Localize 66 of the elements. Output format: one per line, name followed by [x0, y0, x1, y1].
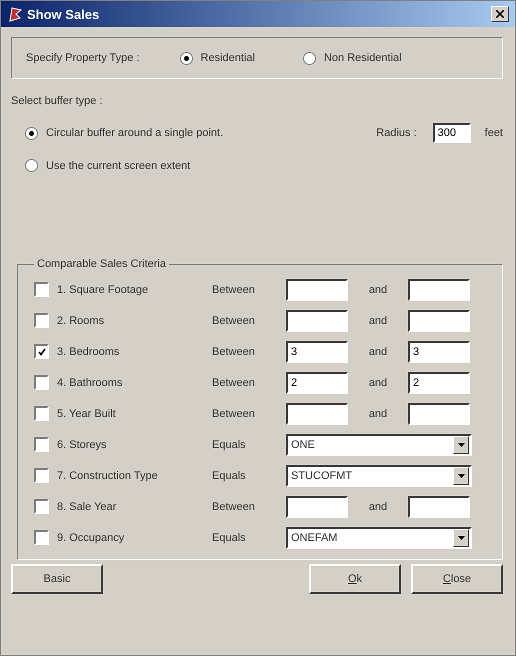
from-field[interactable]	[286, 402, 348, 424]
and-label: and	[368, 408, 388, 420]
criteria-checkbox[interactable]	[34, 499, 49, 514]
criteria-label: 4. Bathrooms	[57, 376, 122, 388]
buffer-type-radio[interactable]: Circular buffer around a single point.	[25, 126, 224, 140]
and-label: and	[368, 314, 388, 326]
criteria-checkbox[interactable]	[34, 530, 49, 545]
criteria-checkbox[interactable]	[34, 437, 49, 452]
from-field[interactable]	[286, 496, 348, 518]
criteria-label: 2. Rooms	[57, 314, 104, 326]
criteria-label: 1. Square Footage	[57, 284, 148, 296]
close-icon[interactable]	[496, 10, 504, 18]
window-title: Show Sales	[27, 6, 100, 22]
dialog-button[interactable]: Basic	[11, 564, 103, 594]
criteria-label: 9. Occupancy	[57, 532, 124, 544]
to-field[interactable]	[408, 278, 470, 300]
to-field[interactable]	[408, 402, 470, 424]
buffer-type-radio[interactable]: Use the current screen extent	[25, 159, 190, 172]
buffer-type-label: Select buffer type :	[11, 95, 104, 107]
radius-unit: feet	[484, 127, 503, 139]
from-field[interactable]	[286, 278, 348, 300]
radius-label: Radius :	[376, 127, 417, 139]
to-field[interactable]	[408, 496, 470, 518]
radius-field[interactable]: 300	[432, 123, 471, 143]
criteria-checkbox[interactable]	[34, 344, 49, 359]
criteria-label: 7. Construction Type	[57, 470, 158, 482]
property-type-radio[interactable]: Residential	[180, 52, 255, 64]
and-label: and	[368, 500, 388, 512]
operator-label: Equals	[212, 438, 247, 450]
operator-label: Between	[212, 284, 256, 296]
criteria-checkbox[interactable]	[34, 468, 49, 483]
property-type-radio[interactable]: Non Residential	[302, 52, 402, 64]
close-button[interactable]	[491, 6, 509, 22]
checkmark-icon	[38, 348, 46, 356]
app-icon	[7, 6, 23, 22]
criteria-group-title: Comparable Sales Criteria	[36, 258, 167, 270]
operator-label: Equals	[212, 470, 247, 482]
criteria-label: 3. Bedrooms	[57, 346, 120, 358]
operator-label: Between	[212, 376, 256, 388]
value-dropdown[interactable]: ONEFAM	[286, 526, 472, 548]
to-field[interactable]: 3	[408, 340, 470, 362]
from-field[interactable]	[286, 310, 348, 332]
and-label: and	[368, 376, 388, 388]
value-dropdown[interactable]: STUCOFMT	[286, 464, 472, 486]
criteria-label: 6. Storeys	[57, 438, 107, 450]
operator-label: Between	[212, 500, 256, 512]
criteria-checkbox[interactable]	[34, 282, 49, 297]
operator-label: Between	[212, 314, 256, 326]
operator-label: Between	[212, 346, 256, 358]
criteria-label: 5. Year Built	[57, 408, 116, 420]
criteria-checkbox[interactable]	[34, 313, 49, 328]
to-field[interactable]	[408, 310, 470, 332]
and-label: and	[368, 346, 388, 358]
criteria-checkbox[interactable]	[34, 406, 49, 421]
operator-label: Between	[212, 408, 256, 420]
value-dropdown[interactable]: ONE	[286, 434, 472, 456]
from-field[interactable]: 2	[286, 372, 348, 394]
to-field[interactable]: 2	[408, 372, 470, 394]
criteria-checkbox[interactable]	[34, 375, 49, 390]
dialog-button[interactable]: Ok	[309, 564, 401, 594]
property-type-label: Specify Property Type :	[26, 52, 140, 64]
operator-label: Equals	[212, 532, 247, 544]
dialog-button[interactable]: Close	[411, 564, 503, 594]
criteria-label: 8. Sale Year	[57, 500, 116, 512]
from-field[interactable]: 3	[286, 340, 348, 362]
and-label: and	[368, 284, 388, 296]
